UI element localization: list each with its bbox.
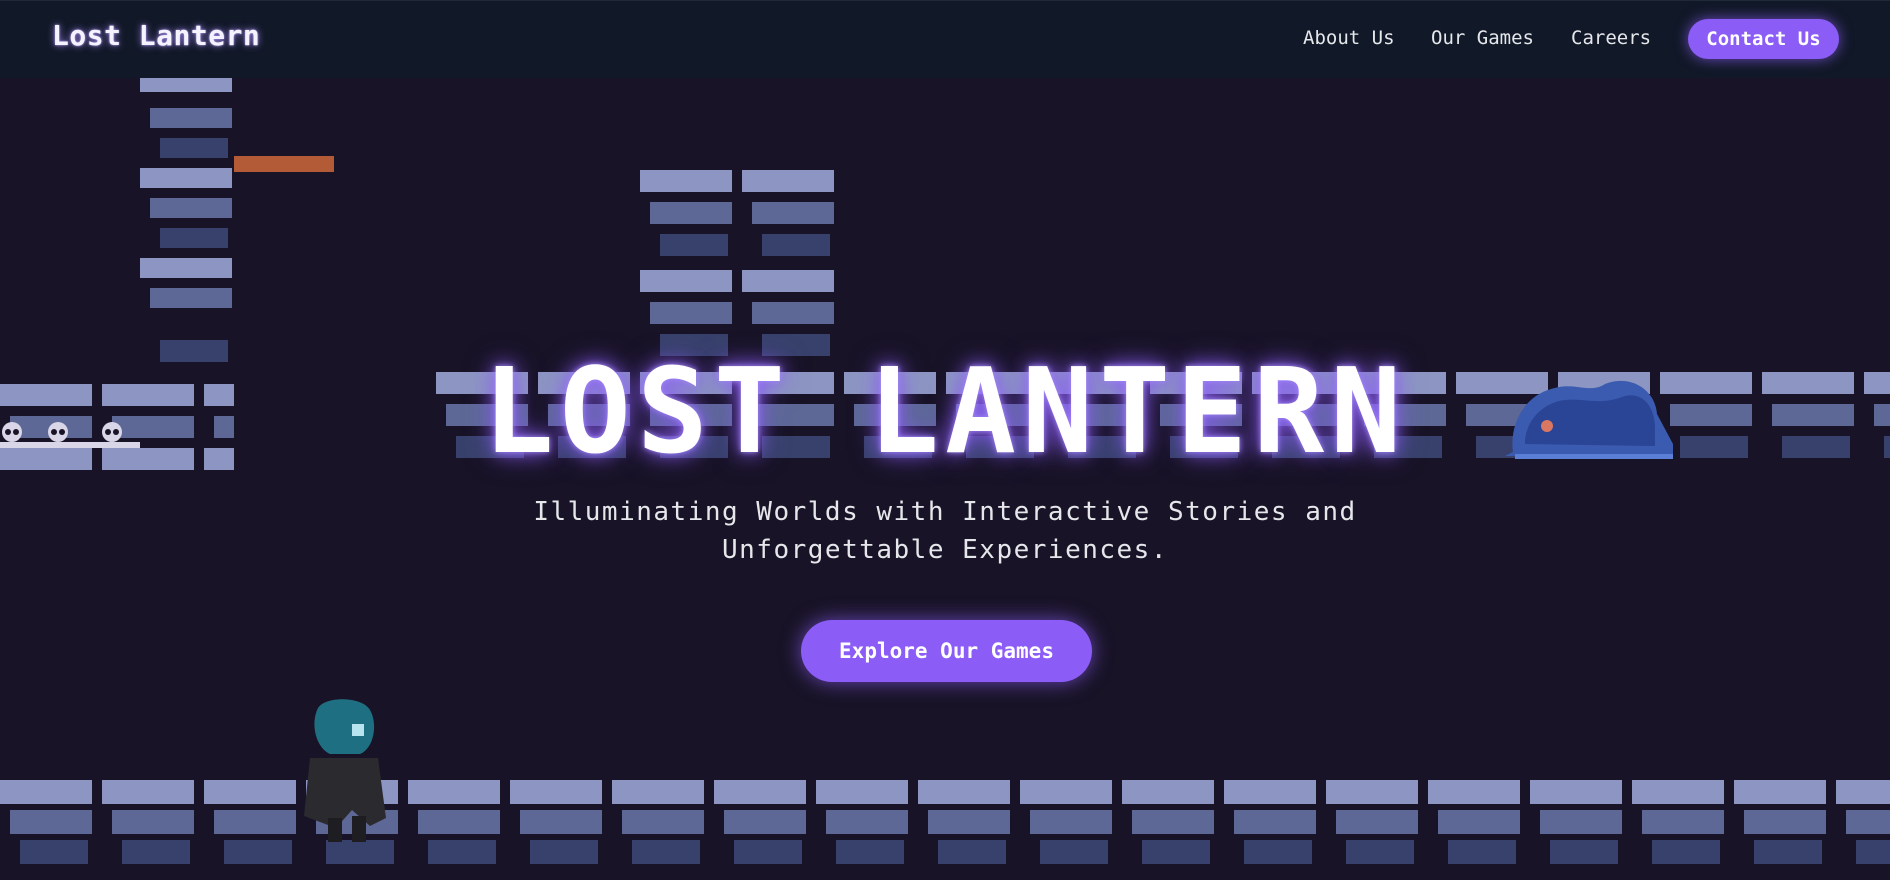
hero-subtitle-line-2: Unforgettable Experiences. bbox=[722, 535, 1168, 565]
brick-row bbox=[0, 96, 18, 112]
hero-subtitle-line-1: Illuminating Worlds with Interactive Sto… bbox=[533, 497, 1357, 527]
brand-logo[interactable]: Lost Lantern bbox=[52, 19, 260, 52]
top-navigation: Lost Lantern About Us Our Games Careers … bbox=[0, 0, 1890, 78]
brick-row bbox=[0, 840, 1890, 864]
brick-row bbox=[140, 258, 234, 278]
crate-sprite bbox=[234, 156, 334, 172]
brick-row bbox=[0, 780, 1890, 804]
nav-link-careers[interactable]: Careers bbox=[1571, 27, 1651, 49]
brick-row bbox=[640, 234, 844, 256]
brick-row bbox=[140, 168, 234, 188]
brick-row bbox=[140, 138, 234, 158]
hooded-character-sprite bbox=[304, 699, 386, 842]
brick-row bbox=[140, 198, 234, 218]
hero-title: LOST LANTERN bbox=[482, 342, 1408, 480]
brick-row bbox=[140, 228, 234, 248]
hero-subtitle: Illuminating Worlds with Interactive Sto… bbox=[445, 493, 1445, 569]
brick-row bbox=[640, 270, 844, 292]
contact-button[interactable]: Contact Us bbox=[1688, 19, 1839, 59]
nav-link-about[interactable]: About Us bbox=[1303, 27, 1395, 49]
brick-row bbox=[0, 810, 1890, 834]
brick-row bbox=[140, 78, 234, 92]
nav-link-games[interactable]: Our Games bbox=[1431, 27, 1534, 49]
brick-row bbox=[640, 302, 844, 324]
brick-row bbox=[640, 202, 844, 224]
brick-row bbox=[140, 108, 234, 128]
explore-games-button[interactable]: Explore Our Games bbox=[801, 620, 1092, 682]
brick-row bbox=[140, 288, 234, 308]
brick-row bbox=[640, 170, 844, 192]
